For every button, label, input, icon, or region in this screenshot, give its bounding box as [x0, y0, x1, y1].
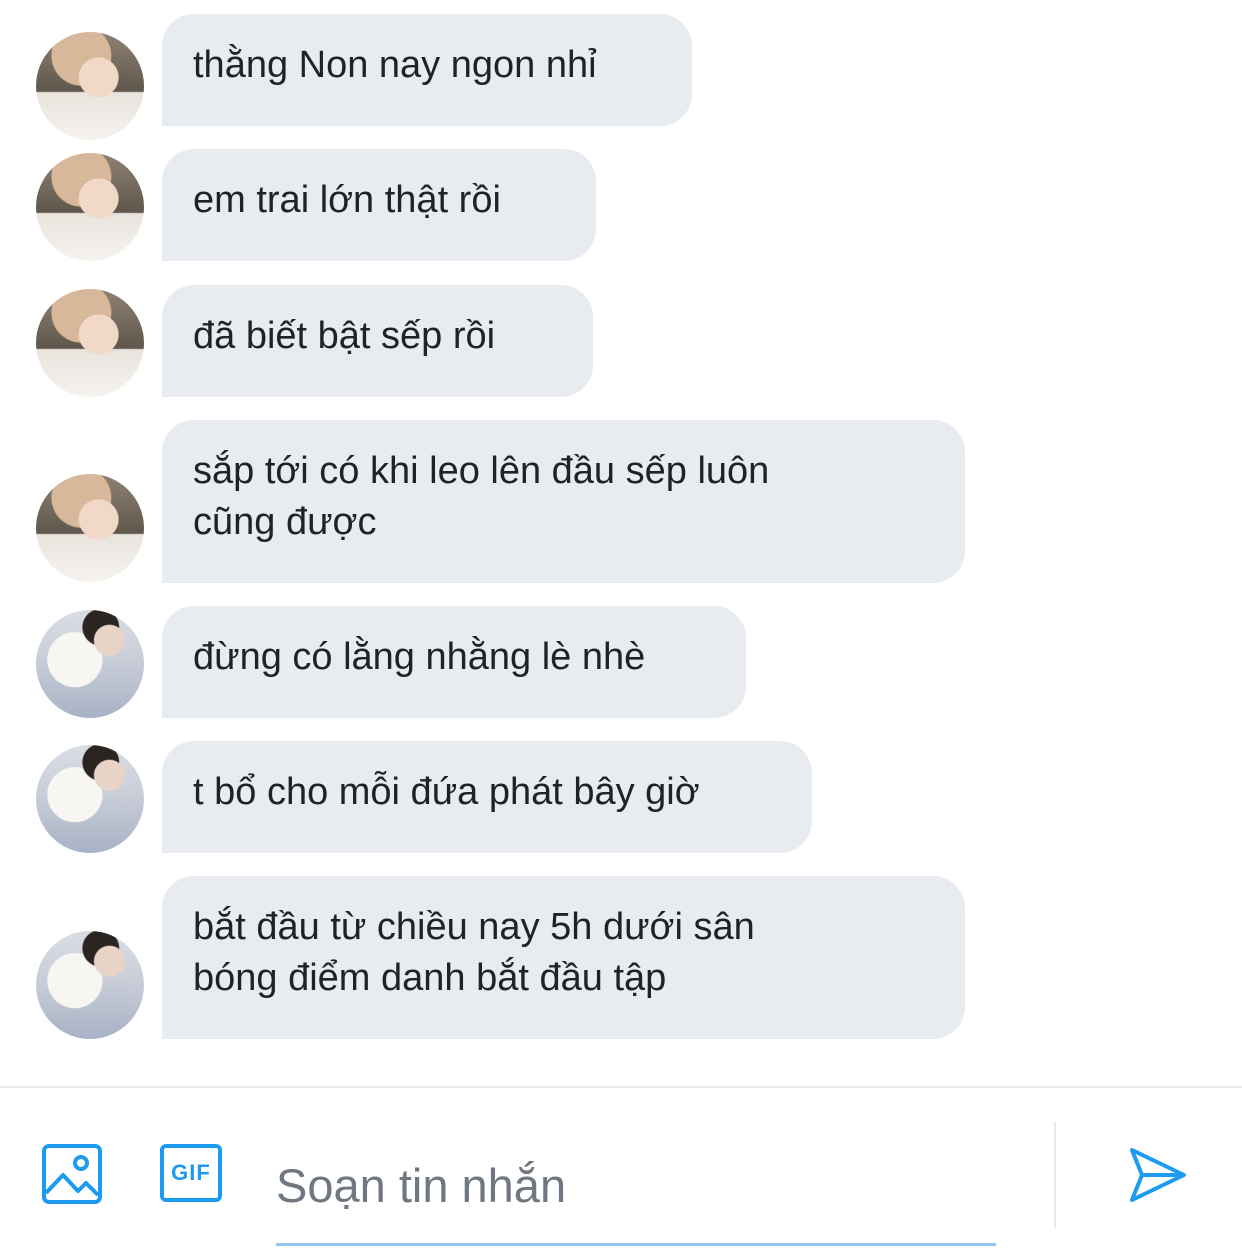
message-bubble[interactable]: sắp tới có khi leo lên đầu sếp luôn cũng… — [162, 420, 965, 583]
message-row: t bổ cho mỗi đứa phát bây giờ — [0, 741, 1242, 853]
message-bubble[interactable]: em trai lớn thật rồi — [162, 149, 596, 261]
gif-label: GIF — [171, 1160, 211, 1185]
separator — [1054, 1122, 1056, 1228]
avatar[interactable] — [36, 153, 144, 261]
message-row: đã biết bật sếp rồi — [0, 285, 1242, 397]
send-icon[interactable] — [1124, 1142, 1190, 1208]
avatar[interactable] — [36, 610, 144, 718]
message-row: sắp tới có khi leo lên đầu sếp luôn cũng… — [0, 420, 1242, 583]
message-row: đừng có lằng nhằng lè nhè — [0, 606, 1242, 718]
message-bubble[interactable]: t bổ cho mỗi đứa phát bây giờ — [162, 741, 812, 853]
message-bubble[interactable]: đừng có lằng nhằng lè nhè — [162, 606, 746, 718]
gif-icon[interactable]: GIF — [160, 1144, 222, 1202]
message-bubble[interactable]: thằng Non nay ngon nhỉ — [162, 14, 692, 126]
composer-bar: GIF — [0, 1088, 1242, 1256]
message-input[interactable] — [276, 1128, 996, 1246]
avatar[interactable] — [36, 289, 144, 397]
avatar[interactable] — [36, 32, 144, 140]
message-row: thằng Non nay ngon nhỉ — [0, 14, 1242, 140]
message-row: em trai lớn thật rồi — [0, 149, 1242, 261]
message-thread: thằng Non nay ngon nhỉ em trai lớn thật … — [0, 0, 1242, 1086]
message-bubble[interactable]: bắt đầu từ chiều nay 5h dưới sân bóng đi… — [162, 876, 965, 1039]
message-bubble[interactable]: đã biết bật sếp rồi — [162, 285, 593, 397]
avatar[interactable] — [36, 474, 144, 582]
image-icon[interactable] — [40, 1142, 104, 1206]
message-row: bắt đầu từ chiều nay 5h dưới sân bóng đi… — [0, 876, 1242, 1039]
avatar[interactable] — [36, 745, 144, 853]
avatar[interactable] — [36, 931, 144, 1039]
